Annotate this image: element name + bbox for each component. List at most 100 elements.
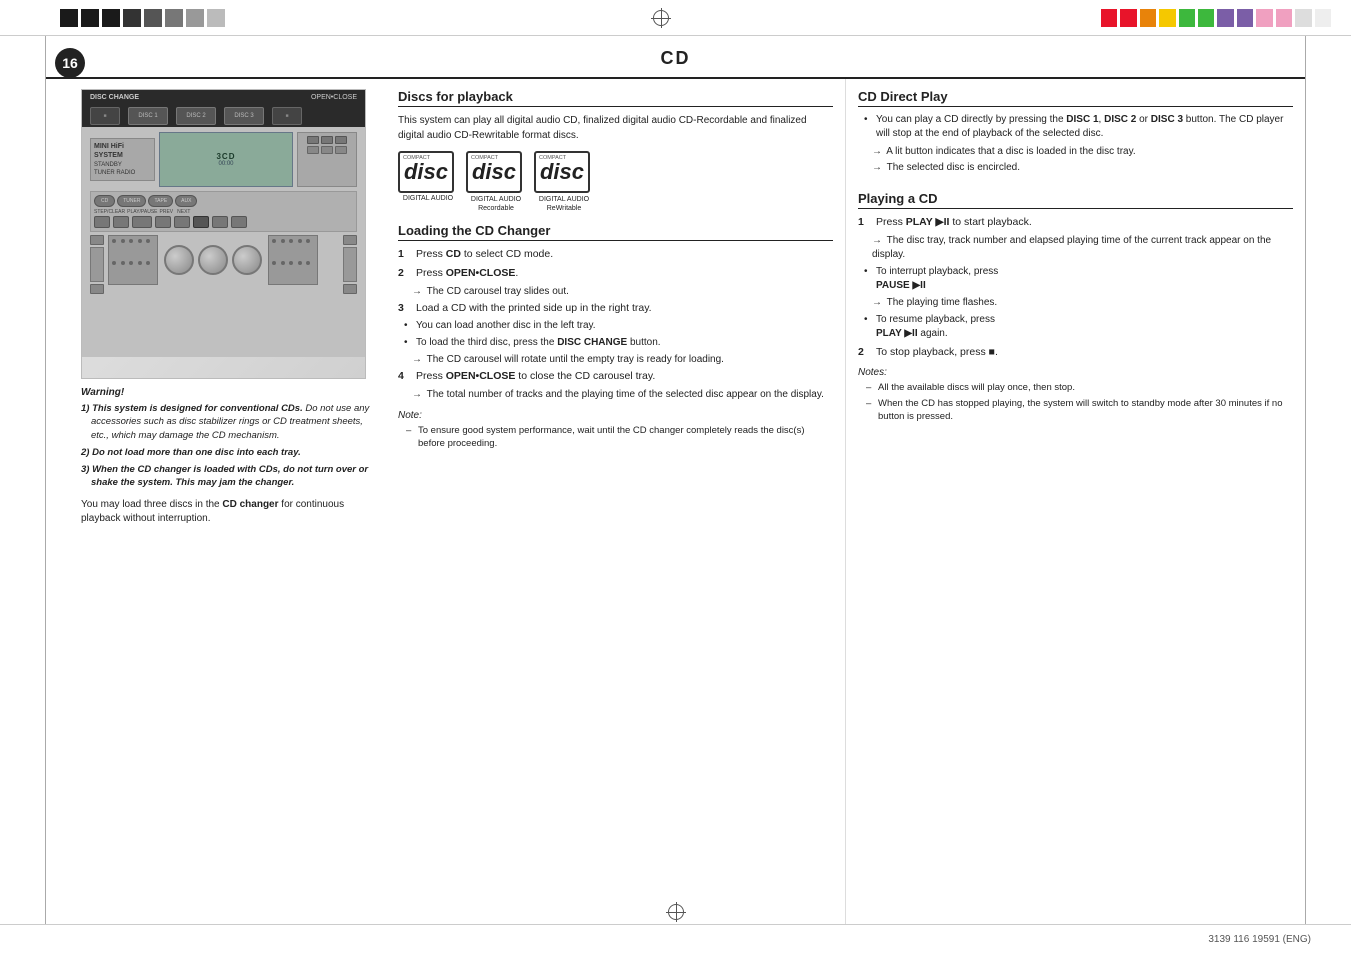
discs-heading: Discs for playback xyxy=(398,89,833,107)
header-sq-7 xyxy=(186,9,204,27)
loading-step-2: 2 Press OPEN•CLOSE. xyxy=(398,266,833,281)
crosshair-vertical xyxy=(661,8,662,28)
color-sq-purple-2 xyxy=(1237,9,1253,27)
header-sq-2 xyxy=(81,9,99,27)
playing-note-1: – All the available discs will play once… xyxy=(866,381,1293,394)
main-columns: DISC CHANGE OPEN•CLOSE ■ DISC 1 DISC 2 D… xyxy=(46,79,1305,924)
disc-icon-img-3: COMPACT disc xyxy=(534,151,590,193)
warning-item-2: 2) Do not load more than one disc into e… xyxy=(81,446,371,459)
disc3-btn: DISC 3 xyxy=(1151,114,1183,125)
bullet-icon-interrupt: • xyxy=(864,265,872,293)
compact-label-3: COMPACT xyxy=(539,155,566,161)
header-sq-1 xyxy=(60,9,78,27)
color-sq-orange xyxy=(1140,9,1156,27)
playing-resume-text: To resume playback, pressPLAY ▶II again. xyxy=(876,313,995,341)
arrow-icon-2a: → xyxy=(412,286,422,297)
step-2-num: 2 xyxy=(398,266,412,281)
arrow-icon-4a: → xyxy=(412,389,422,400)
color-sq-purple-1 xyxy=(1217,9,1233,27)
loading-note-label: Note: xyxy=(398,410,833,421)
loading-note-1-text: To ensure good system performance, wait … xyxy=(418,424,833,451)
loading-bullet-1: • You can load another disc in the left … xyxy=(404,319,833,333)
color-sq-red-2 xyxy=(1120,9,1136,27)
playing-heading: Playing a CD xyxy=(858,191,1293,209)
crosshair-icon xyxy=(651,8,671,28)
loading-step-3a: → The CD carousel will rotate until the … xyxy=(412,353,833,367)
playing-step-1: 1 Press PLAY ▶II to start playback. xyxy=(858,215,1293,230)
cd-direct-text: You can play a CD directly by pressing t… xyxy=(876,113,1293,141)
playing-interrupt-arrow: → The playing time flashes. xyxy=(872,296,1293,310)
color-sq-green-1 xyxy=(1179,9,1195,27)
header-center xyxy=(220,8,1101,28)
volume-knob xyxy=(164,245,194,275)
discs-intro: This system can play all digital audio C… xyxy=(398,113,833,143)
warning-1-bold: 1) This system is designed for conventio… xyxy=(81,403,305,414)
cd-direct-arrow-1: → A lit button indicates that a disc is … xyxy=(872,145,1293,159)
stop-symbol: ■ xyxy=(989,346,995,358)
warning-3-bold: 3) When the CD changer is loaded with CD… xyxy=(81,464,368,488)
play-step-1-num: 1 xyxy=(858,215,872,230)
disc-icons-row: COMPACT disc DIGITAL AUDIO COMPACT disc … xyxy=(398,151,833,213)
header-squares xyxy=(60,9,225,27)
disc1-label: DISC 1 xyxy=(138,113,157,119)
continuous-note-text: You may load three discs in the CD chang… xyxy=(81,499,344,524)
cd-direct-heading: CD Direct Play xyxy=(858,89,1293,107)
right-border-line xyxy=(1305,36,1306,924)
playing-note-2-text: When the CD has stopped playing, the sys… xyxy=(878,397,1293,424)
warning-title: Warning! xyxy=(81,387,371,398)
bass-knob xyxy=(198,245,228,275)
playing-interrupt-text: To interrupt playback, pressPAUSE ▶II xyxy=(876,265,998,293)
compact-label-1: COMPACT xyxy=(403,155,430,161)
crosshair-horizontal xyxy=(651,18,671,19)
step-2-content: Press OPEN•CLOSE. xyxy=(416,266,833,281)
right-column: CD Direct Play • You can play a CD direc… xyxy=(846,79,1305,924)
footer-bar: 3139 116 19591 (ENG) xyxy=(0,924,1351,954)
color-sq-green-2 xyxy=(1198,9,1214,27)
play-step-2-num: 2 xyxy=(858,345,872,360)
open-close-label: OPEN•CLOSE xyxy=(311,94,357,101)
arrow-icon-3a: → xyxy=(412,354,422,365)
bullet-icon-1: • xyxy=(404,319,412,333)
color-sq-pink-1 xyxy=(1256,9,1272,27)
disc-3-sublabel: DIGITAL AUDIOReWritable xyxy=(534,195,594,213)
model-display: 3CD xyxy=(216,152,235,161)
playing-interrupt: • To interrupt playback, pressPAUSE ▶II xyxy=(864,265,1293,293)
loading-bullet-2: • To load the third disc, press the DISC… xyxy=(404,336,833,350)
arrow-icon-interrupt: → xyxy=(872,297,882,308)
color-sq-red-1 xyxy=(1101,9,1117,27)
loading-bullet-2-text: To load the third disc, press the DISC C… xyxy=(416,336,661,350)
main-content: CD DISC CHANGE OPEN•CLOSE ■ DISC 1 xyxy=(46,36,1305,924)
playing-step-1a: → The disc tray, track number and elapse… xyxy=(872,234,1293,262)
footer-text: 3139 116 19591 (ENG) xyxy=(1208,934,1311,945)
arrow-icon-direct-2: → xyxy=(872,162,882,173)
step-1-num: 1 xyxy=(398,247,412,262)
disc-text-3: disc xyxy=(540,161,584,183)
warning-item-3: 3) When the CD changer is loaded with CD… xyxy=(81,463,371,490)
bullet-icon-resume: • xyxy=(864,313,872,341)
color-sq-light xyxy=(1295,9,1311,27)
bullet-icon-direct: • xyxy=(864,113,872,141)
disc-change-label: DISC CHANGE xyxy=(90,94,139,101)
play-resume-btn: PLAY ▶II xyxy=(876,328,918,339)
disc-2-sublabel: DIGITAL AUDIORecordable xyxy=(466,195,526,213)
page-title: CD xyxy=(46,36,1305,79)
pause-btn: PAUSE ▶II xyxy=(876,280,926,291)
header-sq-6 xyxy=(165,9,183,27)
step-1-content: Press CD to select CD mode. xyxy=(416,247,833,262)
device-image: DISC CHANGE OPEN•CLOSE ■ DISC 1 DISC 2 D… xyxy=(81,89,366,379)
middle-column: Discs for playback This system can play … xyxy=(386,79,846,924)
disc3-label: DISC 3 xyxy=(234,113,253,119)
disc-text-1: disc xyxy=(404,161,448,183)
step-1-bold: CD xyxy=(446,248,461,260)
playing-note-2: – When the CD has stopped playing, the s… xyxy=(866,397,1293,424)
header-sq-4 xyxy=(123,9,141,27)
color-sq-lighter xyxy=(1315,9,1331,27)
step-3-num: 3 xyxy=(398,301,412,316)
header-left-decoration xyxy=(0,0,220,35)
header-right-decoration xyxy=(1101,0,1351,35)
treble-knob xyxy=(232,245,262,275)
disc-icon-1: COMPACT disc DIGITAL AUDIO xyxy=(398,151,458,203)
disc-text-2: disc xyxy=(472,161,516,183)
header-bar xyxy=(0,0,1351,36)
step-2-bold: OPEN•CLOSE xyxy=(446,267,516,279)
